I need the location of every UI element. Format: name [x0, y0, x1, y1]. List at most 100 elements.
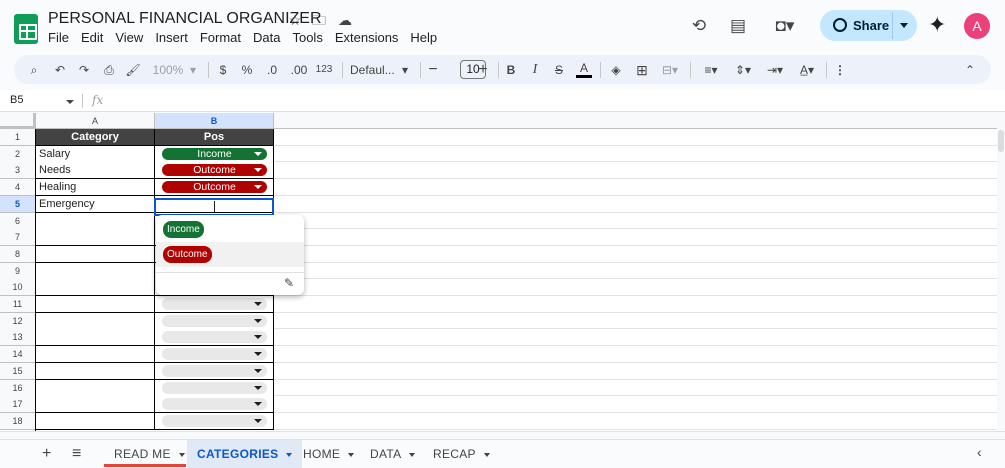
category-cell[interactable]	[36, 362, 155, 380]
sheet-tab-data[interactable]: DATA	[360, 440, 425, 468]
horizontal-scrollbar[interactable]	[0, 431, 1005, 439]
print-icon[interactable]: ⎙	[100, 61, 118, 79]
category-cell[interactable]	[36, 229, 155, 247]
italic-button[interactable]: I	[528, 61, 542, 79]
pos-cell[interactable]	[155, 296, 274, 313]
empty-dropdown-chip[interactable]	[162, 348, 267, 361]
more-formats-button[interactable]: 123	[314, 61, 334, 79]
category-cell[interactable]	[36, 346, 155, 364]
chip-chevron-icon[interactable]	[254, 368, 262, 373]
row-header[interactable]: 18	[0, 412, 36, 430]
row-header[interactable]: 9	[0, 262, 36, 280]
empty-dropdown-chip[interactable]	[162, 298, 267, 310]
select-all-corner[interactable]	[0, 113, 36, 129]
hide-menus-chevron-icon[interactable]: ⌃	[962, 61, 978, 79]
sheets-logo-icon[interactable]	[14, 14, 38, 44]
category-cell[interactable]	[36, 312, 155, 330]
comments-icon[interactable]: ▤	[726, 14, 750, 38]
strikethrough-button[interactable]: S	[552, 61, 566, 79]
tab-chevron-icon[interactable]	[483, 452, 490, 457]
tab-chevron-icon[interactable]	[409, 452, 416, 457]
row-header[interactable]: 10	[0, 279, 36, 297]
chip-chevron-icon[interactable]	[254, 335, 262, 340]
font-family-select[interactable]: Defaul...	[350, 61, 406, 79]
chip-chevron-icon[interactable]	[254, 352, 262, 357]
row-header[interactable]: 7	[0, 229, 36, 247]
pos-cell[interactable]: Outcome	[155, 162, 274, 180]
text-color-button[interactable]: A	[576, 61, 592, 78]
pos-cell[interactable]	[155, 362, 274, 380]
account-avatar[interactable]: A	[964, 13, 990, 39]
category-cell[interactable]	[36, 245, 155, 263]
header-cell-pos[interactable]: Pos	[155, 129, 274, 146]
move-folder-icon[interactable]: 🗀	[310, 11, 328, 29]
zoom-select[interactable]: 100%	[150, 61, 186, 79]
category-cell[interactable]	[36, 379, 155, 397]
redo-icon[interactable]: ↷	[76, 61, 92, 79]
name-box-chevron-icon[interactable]	[66, 100, 74, 104]
zoom-chevron-icon[interactable]: ▾	[188, 61, 198, 79]
menu-view[interactable]: View	[115, 30, 149, 45]
chip-chevron-icon[interactable]	[254, 185, 262, 190]
vertical-align-icon[interactable]: ⇕▾	[730, 61, 756, 79]
row-header[interactable]: 17	[0, 396, 36, 414]
menu-format[interactable]: Format	[200, 30, 247, 45]
empty-dropdown-chip[interactable]	[162, 398, 267, 411]
menu-help[interactable]: Help	[410, 30, 443, 45]
pos-cell[interactable]	[155, 412, 274, 430]
spreadsheet-grid[interactable]: A B 1 Category Pos 2 Salary Income 3 Needs Outco…	[0, 113, 997, 431]
row-header[interactable]: 12	[0, 312, 36, 330]
menu-extensions[interactable]: Extensions	[335, 30, 405, 45]
gemini-icon[interactable]: ✦	[928, 14, 946, 36]
header-cell-category[interactable]: Category	[36, 129, 155, 146]
currency-format-button[interactable]: $	[216, 61, 230, 79]
pos-cell[interactable]	[155, 379, 274, 397]
row-header[interactable]: 13	[0, 329, 36, 347]
chip-chevron-icon[interactable]	[254, 168, 262, 173]
increase-decimal-button[interactable]: .00	[288, 61, 310, 79]
share-menu-chevron-icon[interactable]	[900, 23, 908, 28]
document-title[interactable]: PERSONAL FINANCIAL ORGANIZER	[48, 10, 322, 28]
merge-cells-icon[interactable]: ⊟▾	[658, 61, 682, 79]
column-header-b[interactable]: B	[155, 113, 274, 129]
version-history-icon[interactable]: ⟲	[687, 14, 711, 38]
font-chevron-icon[interactable]: ▾	[400, 61, 410, 79]
menu-edit[interactable]: Edit	[81, 30, 109, 45]
menu-data[interactable]: Data	[253, 30, 286, 45]
fill-color-icon[interactable]: ◈	[608, 61, 624, 79]
pos-cell[interactable]: Income	[155, 145, 274, 163]
category-cell[interactable]: Needs	[36, 162, 155, 180]
percent-format-button[interactable]: %	[239, 61, 255, 79]
collapse-chevron-icon[interactable]: ‹	[977, 444, 982, 460]
text-rotation-icon[interactable]: A̲▾	[794, 61, 820, 79]
menu-insert[interactable]: Insert	[155, 30, 194, 45]
row-header[interactable]: 15	[0, 362, 36, 380]
vertical-scroll-thumb[interactable]	[998, 130, 1004, 152]
category-cell[interactable]	[36, 412, 155, 430]
share-button[interactable]: Share	[820, 10, 917, 41]
chip-chevron-icon[interactable]	[254, 151, 262, 156]
empty-dropdown-chip[interactable]	[162, 381, 267, 394]
row-header[interactable]: 16	[0, 379, 36, 397]
row-header[interactable]: 8	[0, 245, 36, 263]
dropdown-option-income[interactable]: Income	[156, 217, 304, 242]
menu-tools[interactable]: Tools	[292, 30, 328, 45]
pos-cell[interactable]	[155, 396, 274, 414]
category-cell[interactable]	[36, 262, 155, 280]
chip-chevron-icon[interactable]	[254, 402, 262, 407]
row-header[interactable]: 1	[0, 129, 36, 146]
row-header[interactable]: 2	[0, 145, 36, 163]
edit-pencil-icon[interactable]: ✎	[281, 275, 297, 291]
empty-dropdown-chip[interactable]	[162, 331, 267, 344]
cloud-status-icon[interactable]: ☁	[336, 11, 354, 29]
dropdown-option-outcome[interactable]: Outcome	[156, 242, 304, 267]
menu-file[interactable]: File	[48, 30, 75, 45]
increase-font-size-button[interactable]: +	[476, 61, 490, 79]
text-wrapping-icon[interactable]: ⇥▾	[762, 61, 788, 79]
category-cell[interactable]	[36, 279, 155, 297]
tab-chevron-icon[interactable]	[178, 452, 185, 457]
all-sheets-icon[interactable]: ≡	[72, 445, 81, 463]
undo-icon[interactable]: ↶	[52, 61, 68, 79]
row-header[interactable]: 5	[0, 195, 36, 213]
pos-cell[interactable]: Outcome	[155, 179, 274, 197]
